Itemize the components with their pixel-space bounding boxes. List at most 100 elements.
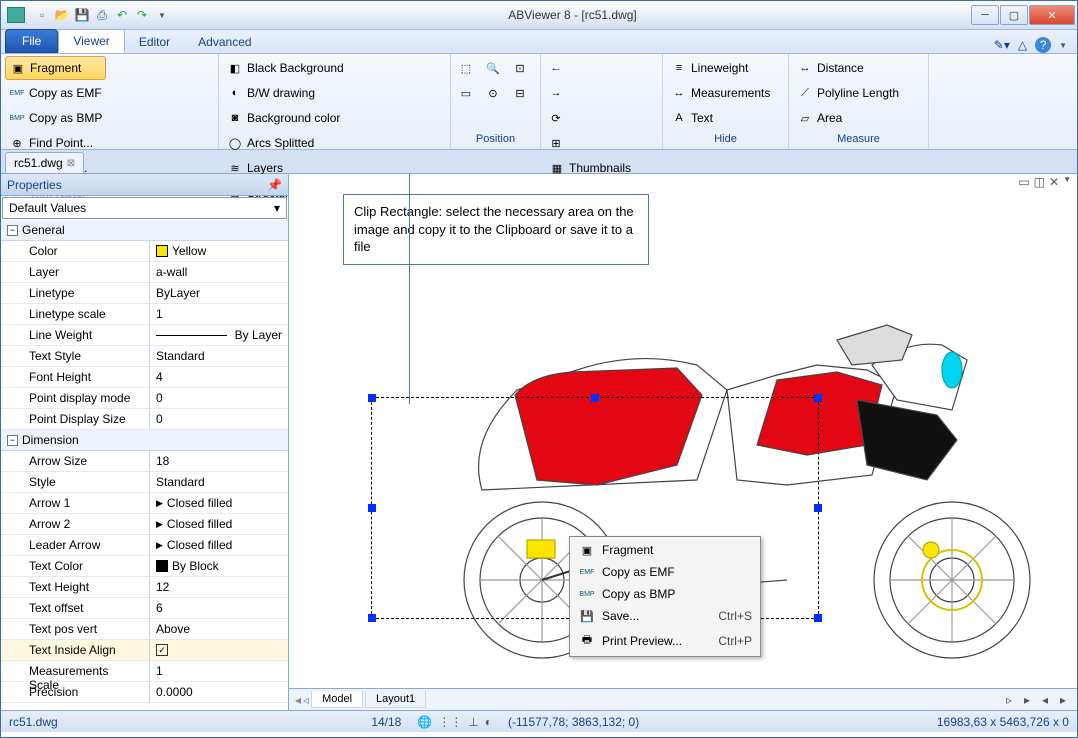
- prop-value[interactable]: 0: [149, 409, 288, 429]
- options-icon[interactable]: ✎▾: [994, 38, 1010, 52]
- prop-row[interactable]: Text StyleStandard: [1, 346, 288, 367]
- ribbon-measurements[interactable]: ↔Measurements: [667, 81, 774, 105]
- sheet-last-icon[interactable]: ▸: [1019, 693, 1035, 707]
- canvas-tool-icon[interactable]: ▭: [1018, 175, 1029, 189]
- prop-row[interactable]: Arrow 2▶Closed filled: [1, 514, 288, 535]
- properties-selector[interactable]: Default Values ▾: [2, 197, 287, 219]
- ribbon-polylen[interactable]: ⟋Polyline Length: [793, 81, 903, 105]
- context-fragment[interactable]: ▣Fragment: [572, 539, 758, 561]
- context-print-preview[interactable]: 🖶Print Preview...Ctrl+P: [572, 627, 758, 654]
- prop-value[interactable]: 0: [149, 388, 288, 408]
- qa-undo-icon[interactable]: ↶: [113, 6, 131, 24]
- qa-redo-icon[interactable]: ↷: [133, 6, 151, 24]
- qa-dropdown-icon[interactable]: ▼: [153, 6, 171, 24]
- properties-pin-icon[interactable]: 📌: [267, 178, 282, 192]
- prop-value[interactable]: By Block: [149, 556, 288, 576]
- prop-row[interactable]: Line WeightBy Layer: [1, 325, 288, 346]
- drawing-canvas[interactable]: ▭ ◫ ✕ ▼ Clip Rectangle: select the neces…: [289, 174, 1077, 710]
- sheet-next-icon[interactable]: ▹: [1001, 693, 1017, 707]
- tab-editor[interactable]: Editor: [125, 31, 184, 53]
- ribbon-copy-bmp[interactable]: BMPCopy as BMP: [5, 106, 106, 130]
- selection-handle[interactable]: [814, 614, 822, 622]
- prop-value[interactable]: Above: [149, 619, 288, 639]
- prop-row[interactable]: LinetypeByLayer: [1, 283, 288, 304]
- prop-value[interactable]: 4: [149, 367, 288, 387]
- prop-row[interactable]: Linetype scale1: [1, 304, 288, 325]
- ribbon-p2[interactable]: 🔍: [482, 56, 508, 80]
- minimize-button[interactable]: ─: [971, 5, 999, 25]
- selection-handle[interactable]: [814, 504, 822, 512]
- selection-handle[interactable]: [591, 394, 599, 402]
- ribbon-p4[interactable]: ▭: [455, 81, 481, 105]
- sheet-tab-layout1[interactable]: Layout1: [365, 691, 426, 708]
- selection-handle[interactable]: [368, 394, 376, 402]
- prop-value[interactable]: ▶Closed filled: [149, 493, 288, 513]
- prop-value[interactable]: By Layer: [149, 325, 288, 345]
- prop-value[interactable]: ▶Closed filled: [149, 535, 288, 555]
- document-tab-close-icon[interactable]: ⊠: [67, 158, 75, 169]
- prop-value[interactable]: Standard: [149, 472, 288, 492]
- prop-row[interactable]: Text ColorBy Block: [1, 556, 288, 577]
- checkbox-icon[interactable]: ✓: [156, 644, 168, 656]
- status-globe-icon[interactable]: 🌐: [417, 715, 432, 729]
- qa-save-icon[interactable]: 💾: [73, 6, 91, 24]
- prop-value[interactable]: 12: [149, 577, 288, 597]
- status-polar-icon[interactable]: ◐: [485, 715, 492, 729]
- prop-row[interactable]: Arrow 1▶Closed filled: [1, 493, 288, 514]
- ribbon-p3[interactable]: ⊡: [509, 56, 535, 80]
- qa-new-icon[interactable]: ▫: [33, 6, 51, 24]
- sheet-tab-model[interactable]: Model: [311, 691, 363, 708]
- canvas-tool-icon[interactable]: ◫: [1034, 175, 1045, 189]
- prop-row[interactable]: ColorYellow: [1, 241, 288, 262]
- prop-value[interactable]: 1: [149, 661, 288, 681]
- prop-section-dimension[interactable]: −Dimension: [1, 430, 288, 451]
- prop-row[interactable]: Precision0.0000: [1, 682, 288, 703]
- prop-value[interactable]: 1: [149, 304, 288, 324]
- prop-row[interactable]: Text pos vertAbove: [1, 619, 288, 640]
- status-snap-icon[interactable]: ⋮⋮: [438, 715, 462, 729]
- ribbon-copy-emf[interactable]: EMFCopy as EMF: [5, 81, 106, 105]
- prop-value[interactable]: ✓: [149, 640, 288, 660]
- ribbon-p6[interactable]: ⊟: [509, 81, 535, 105]
- status-ortho-icon[interactable]: ⊥: [468, 715, 478, 729]
- prop-row[interactable]: Font Height4: [1, 367, 288, 388]
- sheet-prev-icon[interactable]: ◂: [295, 693, 301, 707]
- canvas-tool-icon[interactable]: ✕: [1049, 175, 1059, 189]
- context-copy-emf[interactable]: EMFCopy as EMF: [572, 561, 758, 583]
- ribbon-text[interactable]: AText: [667, 106, 774, 130]
- tab-advanced[interactable]: Advanced: [184, 31, 265, 53]
- close-button[interactable]: ✕: [1029, 5, 1075, 25]
- prop-value[interactable]: ▶Closed filled: [149, 514, 288, 534]
- ribbon-arcs-split[interactable]: ◯Arcs Splitted: [223, 131, 348, 155]
- prop-value[interactable]: ByLayer: [149, 283, 288, 303]
- prop-row[interactable]: Leader Arrow▶Closed filled: [1, 535, 288, 556]
- ribbon-black-bg[interactable]: ◧Black Background: [223, 56, 348, 80]
- prop-row[interactable]: Text offset6: [1, 598, 288, 619]
- tab-file[interactable]: File: [5, 29, 58, 53]
- ribbon-distance[interactable]: ↔Distance: [793, 56, 903, 80]
- context-save[interactable]: 💾Save...Ctrl+S: [572, 605, 758, 627]
- scroll-right-icon[interactable]: ▸: [1055, 693, 1071, 707]
- prop-row[interactable]: Text Height12: [1, 577, 288, 598]
- ribbon-p1[interactable]: ⬚: [455, 56, 481, 80]
- ribbon-bw-draw[interactable]: ◐B/W drawing: [223, 81, 348, 105]
- scroll-left-icon[interactable]: ◂: [1037, 693, 1053, 707]
- prop-value[interactable]: Yellow: [149, 241, 288, 261]
- prop-value[interactable]: Standard: [149, 346, 288, 366]
- help-dropdown-icon[interactable]: ▼: [1059, 41, 1067, 50]
- prop-value[interactable]: 6: [149, 598, 288, 618]
- selection-handle[interactable]: [368, 504, 376, 512]
- selection-handle[interactable]: [814, 394, 822, 402]
- tab-viewer[interactable]: Viewer: [58, 29, 124, 53]
- context-copy-bmp[interactable]: BMPCopy as BMP: [572, 583, 758, 605]
- ribbon-area[interactable]: ▱Area: [793, 106, 903, 130]
- prop-row[interactable]: Point display mode0: [1, 388, 288, 409]
- canvas-tool-icon[interactable]: ▼: [1063, 175, 1071, 189]
- prop-value[interactable]: 0.0000: [149, 682, 288, 702]
- prop-value[interactable]: 18: [149, 451, 288, 471]
- prop-section-general[interactable]: −General: [1, 220, 288, 241]
- pin-icon[interactable]: △: [1018, 38, 1027, 52]
- sheet-prev-icon[interactable]: ◃: [303, 693, 309, 707]
- ribbon-bg-color[interactable]: ◙Background color: [223, 106, 348, 130]
- help-icon[interactable]: ?: [1035, 37, 1051, 53]
